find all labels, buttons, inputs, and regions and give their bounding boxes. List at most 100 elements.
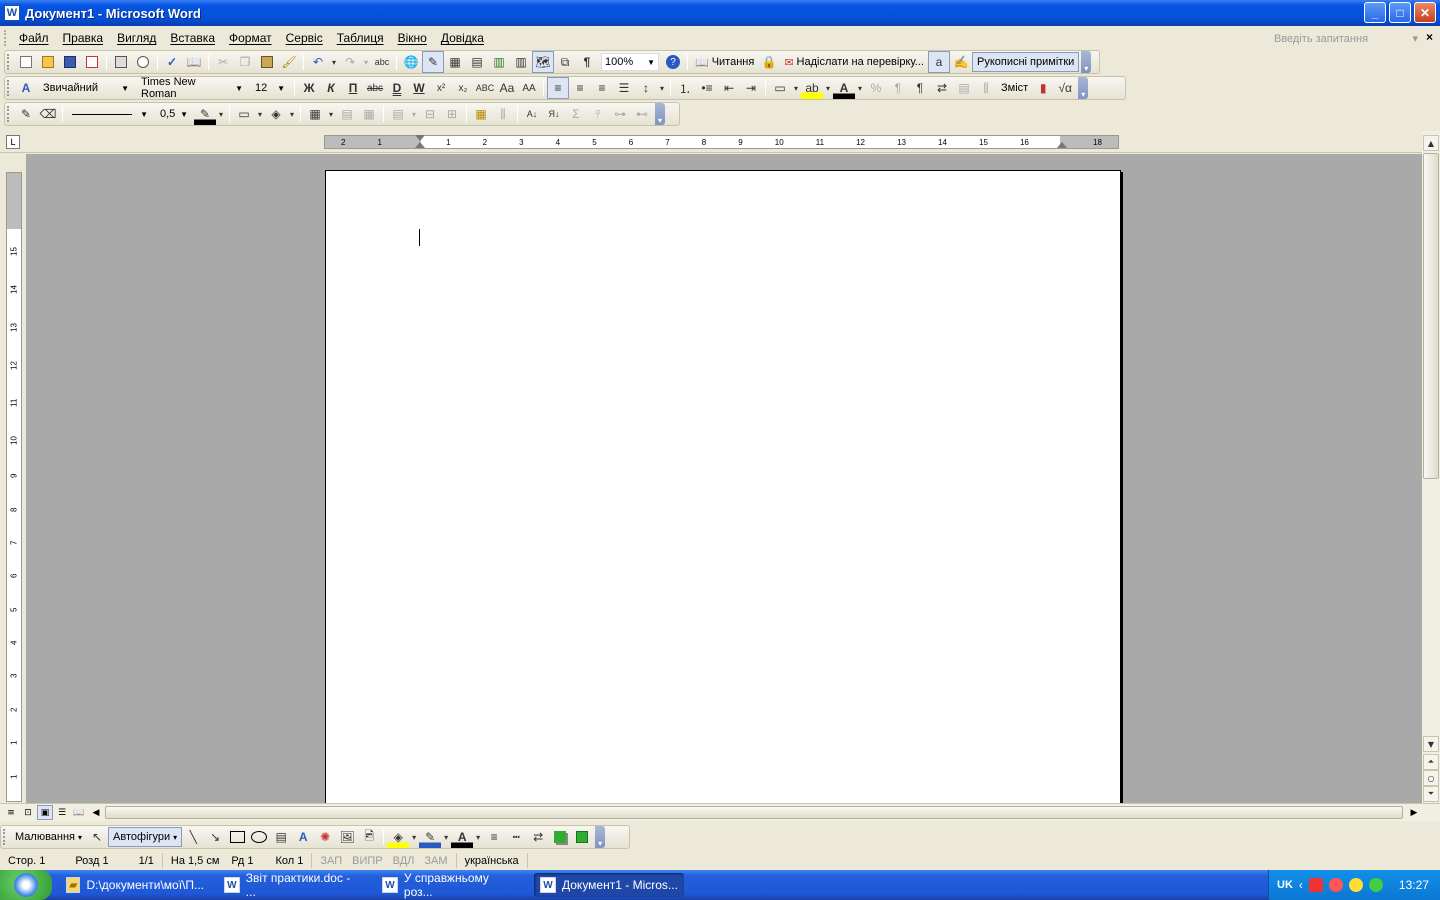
send-for-review-button[interactable]: ✉ Надіслати на перевірку... (780, 52, 928, 72)
borders-dropdown-icon[interactable]: ▾ (791, 77, 801, 99)
word-app-icon[interactable]: W (4, 5, 20, 21)
toolbar-options-icon[interactable]: ▾ (1078, 77, 1089, 99)
messenger-red-icon[interactable] (1328, 878, 1343, 892)
sort-ascending-icon[interactable]: A↓ (521, 103, 543, 125)
tab-selector[interactable]: L (6, 135, 20, 149)
format-painter-icon[interactable]: 🖌 (278, 51, 300, 73)
chevron-down-icon[interactable]: ▼ (277, 84, 285, 93)
messenger-yellow-icon[interactable] (1348, 878, 1363, 892)
shading-color-icon[interactable]: ◈ (265, 103, 287, 125)
rectangle-icon[interactable] (226, 826, 248, 848)
show-gridlines-icon[interactable]: ⊶ (609, 103, 631, 125)
insert-table-icon[interactable]: ▦ (304, 103, 326, 125)
font-color-icon[interactable]: A (833, 77, 855, 99)
align-left-icon[interactable]: ≡ (547, 77, 569, 99)
change-case-icon[interactable]: Aa (496, 77, 518, 99)
font-color-icon[interactable]: A (451, 826, 474, 848)
border-color-icon[interactable]: ✎ (194, 103, 216, 125)
italic-button[interactable]: К (320, 77, 342, 99)
small-caps-icon[interactable]: ABC (474, 77, 496, 99)
distribute-columns-icon[interactable]: ⊞ (441, 103, 463, 125)
cut-icon[interactable]: ✂ (212, 51, 234, 73)
insert-table-icon[interactable]: ▤ (466, 51, 488, 73)
toolbar-grip[interactable] (7, 106, 11, 122)
new-document-icon[interactable] (15, 51, 37, 73)
percent-style-icon[interactable]: % (865, 77, 887, 99)
hyperlink-icon[interactable]: 🌐 (400, 51, 422, 73)
line-spacing-icon[interactable]: ↕ (635, 77, 657, 99)
vertical-scrollbar[interactable]: ▲ ▼ ⏶ ○ ⏷ (1422, 131, 1440, 803)
merge-cells-icon[interactable]: ▤ (336, 103, 358, 125)
arrow-style-icon[interactable]: ⇄ (527, 826, 549, 848)
hide-gridlines-icon[interactable]: ⫯ (587, 103, 609, 125)
bold-button[interactable]: Ж (298, 77, 320, 99)
menu-edit[interactable]: Правка (56, 31, 111, 45)
shadow-style-icon[interactable] (549, 826, 571, 848)
borders-icon[interactable]: ▭ (769, 77, 791, 99)
taskbar-item-document[interactable]: W У справжньому роз... (376, 871, 526, 899)
status-language-cell[interactable]: українська (455, 853, 527, 868)
font-color-dropdown-icon[interactable]: ▾ (473, 826, 483, 848)
clip-art-icon[interactable]: 🖼 (336, 826, 358, 848)
redo-icon[interactable]: ↷ (339, 51, 361, 73)
start-button[interactable] (0, 870, 52, 900)
reading-button[interactable]: 📖 Читання (691, 52, 758, 72)
style-combo[interactable]: Звичайний ▼ (40, 79, 132, 97)
menu-tools[interactable]: Сервіс (279, 31, 330, 45)
diagram-icon[interactable]: ✺ (314, 826, 336, 848)
justify-icon[interactable]: ☰ (613, 77, 635, 99)
help-icon[interactable]: ? (666, 55, 680, 69)
horizontal-ruler[interactable]: L 2 1 1 2 3 4 5 6 7 8 9 10 11 12 13 14 15 16 18 (0, 131, 1440, 153)
translate-icon[interactable]: abc (371, 51, 393, 73)
print-layout-icon[interactable]: ▣ (37, 805, 53, 820)
toc-button[interactable]: Зміст (997, 78, 1032, 98)
equation-icon[interactable]: √α (1054, 77, 1076, 99)
menu-grip[interactable] (4, 30, 8, 46)
first-line-indent-marker[interactable] (415, 135, 425, 141)
ask-question-box[interactable]: Введіть запитання ▾ (1270, 30, 1422, 47)
text-direction-icon[interactable]: ⫼ (492, 103, 514, 125)
sort-descending-icon[interactable]: Я↓ (543, 103, 565, 125)
insert-excel-icon[interactable]: ▥ (488, 51, 510, 73)
font-spacing-icon[interactable]: AA (518, 77, 540, 99)
autosum-icon[interactable]: Σ (565, 103, 587, 125)
chevron-down-icon[interactable]: ▼ (180, 110, 188, 119)
font-color-dropdown-icon[interactable]: ▾ (855, 77, 865, 99)
ask-dropdown-icon[interactable]: ▾ (1412, 32, 1418, 45)
align-center-icon[interactable]: ≡ (569, 77, 591, 99)
right-indent-marker[interactable] (1057, 142, 1067, 148)
chevron-down-icon[interactable]: ▼ (647, 58, 655, 67)
3d-style-icon[interactable] (571, 826, 593, 848)
web-view-icon[interactable]: ⊡ (20, 805, 36, 820)
menu-insert[interactable]: Вставка (163, 31, 222, 45)
align-cell-icon[interactable]: ▤ (387, 103, 409, 125)
split-cells-icon[interactable]: ▦ (358, 103, 380, 125)
status-ext[interactable]: ВДЛ (393, 855, 415, 867)
undo-dropdown-icon[interactable]: ▾ (329, 51, 339, 73)
draw-table-icon[interactable]: ✎ (15, 103, 37, 125)
next-page-icon[interactable]: ⏷ (1423, 786, 1439, 802)
status-position[interactable]: Стор. 1 Розд 1 1/1 (0, 853, 162, 868)
normal-view-icon[interactable]: ≡ (3, 805, 19, 820)
zoom-combo[interactable]: 100% ▼ (601, 53, 659, 71)
clock[interactable]: 13:27 (1399, 878, 1429, 892)
vertical-ruler[interactable]: 1 1 2 3 4 5 6 7 8 9 10 11 12 13 14 15 (6, 172, 22, 802)
line-icon[interactable]: ╲ (182, 826, 204, 848)
research-icon[interactable]: 📖 (183, 51, 205, 73)
line-weight-combo[interactable]: 0,5 ▼ (157, 105, 191, 123)
browse-object-icon[interactable]: ○ (1423, 770, 1439, 786)
document-page[interactable] (325, 170, 1121, 803)
line-style-combo[interactable]: ▼ (69, 105, 151, 123)
hanging-indent-marker[interactable] (415, 142, 425, 148)
minimize-button[interactable]: _ (1364, 2, 1386, 23)
ruler-strip[interactable]: 2 1 1 2 3 4 5 6 7 8 9 10 11 12 13 14 15 16 18 (324, 135, 1119, 149)
toolbar-grip[interactable] (7, 54, 11, 70)
chevron-down-icon[interactable]: ▼ (235, 84, 243, 93)
taskbar-item-folder[interactable]: ▰ D:\документи\мої\П... (60, 873, 210, 897)
menu-format[interactable]: Формат (222, 31, 279, 45)
spelling-icon[interactable]: ✓ (161, 51, 183, 73)
paste-icon[interactable] (256, 51, 278, 73)
chart-icon[interactable]: ▮ (1032, 77, 1054, 99)
print-preview-icon[interactable] (132, 51, 154, 73)
bullets-icon[interactable]: •≡ (696, 77, 718, 99)
